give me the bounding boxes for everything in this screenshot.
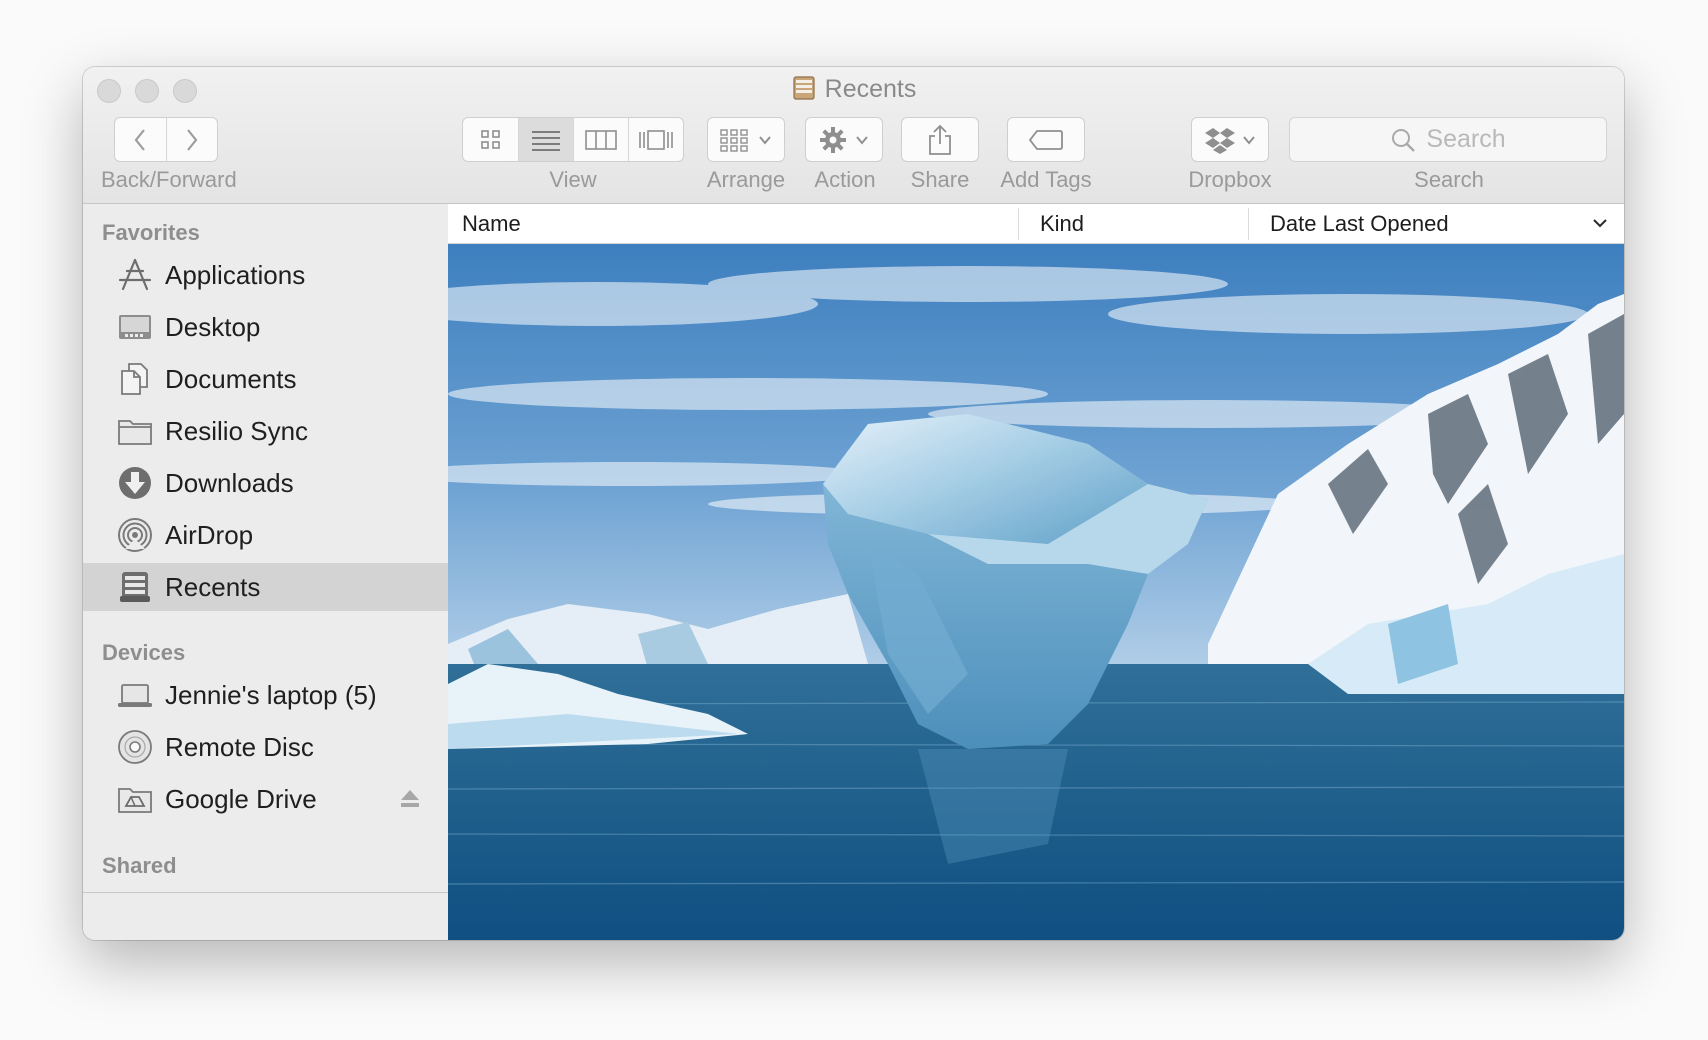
sidebar-item-downloads[interactable]: Downloads: [83, 459, 448, 507]
window-title: Recents: [83, 75, 1624, 104]
add-tags-label: Add Tags: [1000, 167, 1092, 192]
sidebar-divider: [83, 892, 448, 893]
downloads-icon: [119, 467, 151, 499]
sidebar-item-label: Jennie's laptop (5): [165, 679, 377, 710]
column-header-date-last-opened[interactable]: Date Last Opened: [1248, 204, 1624, 244]
search-placeholder: Search: [1426, 125, 1506, 153]
tag-icon: [1028, 129, 1063, 150]
chevron-left-icon: [135, 128, 146, 151]
share-icon: [929, 124, 951, 155]
arrange-grid-icon: [720, 128, 748, 152]
laptop-icon: [118, 684, 152, 707]
back-forward-control: [114, 117, 218, 162]
shared-heading: Shared: [102, 853, 177, 878]
sidebar-item-label: Remote Disc: [165, 731, 314, 762]
add-tags-button[interactable]: [1007, 117, 1085, 162]
devices-heading: Devices: [102, 640, 186, 665]
arrange-button[interactable]: [707, 117, 785, 162]
view-label: View: [549, 167, 597, 192]
sidebar-item-resilio-sync[interactable]: Resilio Sync: [83, 407, 448, 455]
google-drive-icon: [118, 788, 152, 813]
list-view-button[interactable]: [518, 118, 573, 161]
columns-icon: [585, 129, 617, 150]
iceberg-background-image: [448, 244, 1624, 940]
recents-icon: [120, 572, 150, 602]
file-list-area: Name Kind Date Last Opened: [448, 204, 1624, 940]
sidebar-item-label: Downloads: [165, 467, 294, 498]
window-title-text: Recents: [824, 75, 917, 103]
search-icon: [1392, 128, 1416, 152]
sidebar: Favorites Applications Desktop Documents…: [83, 204, 448, 940]
forward-button[interactable]: [165, 118, 217, 161]
toolbar: Recents Back/Forward View Arrange Action…: [83, 67, 1624, 204]
chevron-right-icon: [187, 128, 198, 151]
sidebar-item-jennies-laptop[interactable]: Jennie's laptop (5): [83, 671, 448, 719]
sidebar-item-label: AirDrop: [165, 519, 254, 550]
sidebar-item-google-drive[interactable]: Google Drive: [83, 775, 448, 823]
documents-icon: [121, 363, 148, 395]
gear-icon: [820, 126, 846, 153]
icon-view-button[interactable]: [463, 118, 518, 161]
sort-chevron-down-icon[interactable]: [1590, 213, 1610, 233]
icon-grid-icon: [480, 129, 500, 149]
finder-window: Recents Back/Forward View Arrange Action…: [83, 67, 1624, 940]
sidebar-item-label: Recents: [165, 571, 261, 602]
sidebar-item-remote-disc[interactable]: Remote Disc: [83, 723, 448, 771]
sidebar-item-airdrop[interactable]: AirDrop: [83, 511, 448, 559]
back-button[interactable]: [115, 118, 166, 161]
chevron-down-icon: [1243, 135, 1255, 145]
disc-icon: [118, 730, 152, 764]
eject-icon[interactable]: [400, 788, 420, 810]
sidebar-item-documents[interactable]: Documents: [83, 355, 448, 403]
arrange-label: Arrange: [706, 167, 786, 192]
search-label: Search: [1414, 167, 1484, 192]
sidebar-item-label: Resilio Sync: [165, 415, 309, 446]
column-header-kind[interactable]: Kind: [1018, 204, 1248, 244]
airdrop-icon: [118, 518, 152, 552]
chevron-down-icon: [856, 135, 868, 145]
sidebar-item-label: Applications: [165, 259, 306, 290]
sidebar-item-label: Documents: [165, 363, 297, 394]
cover-flow-icon: [639, 129, 673, 150]
recents-icon: [793, 76, 815, 100]
favorites-heading: Favorites: [102, 220, 200, 245]
back-forward-label: Back/Forward: [101, 167, 237, 192]
sidebar-item-label: Desktop: [165, 311, 261, 342]
cover-flow-view-button[interactable]: [628, 118, 683, 161]
folder-icon: [118, 420, 152, 445]
column-header-name[interactable]: Name: [448, 204, 1018, 244]
search-field[interactable]: Search: [1289, 117, 1607, 162]
sidebar-item-recents[interactable]: Recents: [83, 563, 448, 611]
applications-icon: [118, 258, 152, 291]
desktop-icon: [119, 315, 151, 339]
view-mode-control: [462, 117, 684, 162]
sidebar-item-label: Google Drive: [165, 783, 317, 814]
column-header-row: Name Kind Date Last Opened: [448, 204, 1624, 244]
list-lines-icon: [532, 130, 560, 151]
share-button[interactable]: [901, 117, 979, 162]
dropbox-button[interactable]: [1191, 117, 1269, 162]
dropbox-icon: [1205, 127, 1235, 154]
sidebar-item-desktop[interactable]: Desktop: [83, 303, 448, 351]
sidebar-item-applications[interactable]: Applications: [83, 251, 448, 299]
column-view-button[interactable]: [573, 118, 628, 161]
action-button[interactable]: [805, 117, 883, 162]
dropbox-label: Dropbox: [1188, 167, 1272, 192]
share-label: Share: [910, 167, 970, 192]
chevron-down-icon: [759, 135, 771, 145]
action-label: Action: [814, 167, 876, 192]
